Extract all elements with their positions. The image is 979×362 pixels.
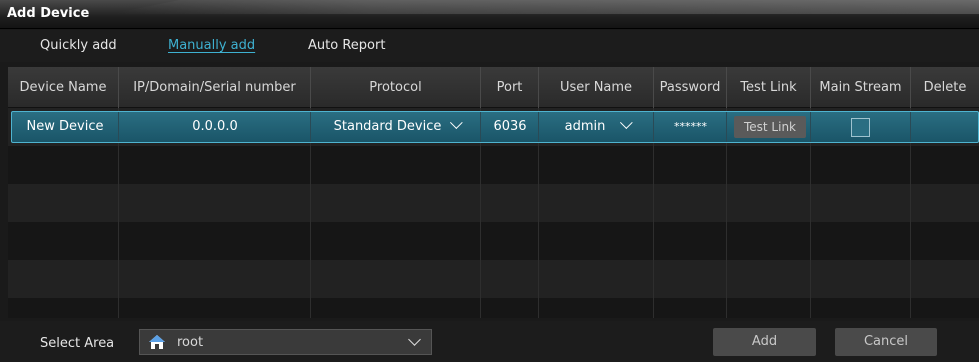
- cancel-button[interactable]: Cancel: [835, 328, 937, 356]
- tab-auto-report[interactable]: Auto Report: [308, 38, 385, 53]
- user-name-value: admin: [564, 119, 606, 134]
- table-row-band: [8, 184, 979, 222]
- header-password[interactable]: Password: [654, 67, 727, 108]
- area-select[interactable]: root: [139, 329, 432, 355]
- header-ip-domain[interactable]: IP/Domain/Serial number: [119, 67, 311, 108]
- cell-divider: [726, 112, 727, 142]
- device-table: Device Name IP/Domain/Serial number Prot…: [8, 67, 979, 318]
- header-delete[interactable]: Delete: [911, 67, 979, 108]
- tab-manually-add[interactable]: Manually add: [168, 38, 255, 53]
- protocol-dropdown[interactable]: Standard Device: [311, 112, 481, 142]
- header-port[interactable]: Port: [481, 67, 539, 108]
- header-device-name[interactable]: Device Name: [8, 67, 119, 108]
- chevron-down-icon: [408, 333, 421, 346]
- title-bar-sheen: [110, 0, 979, 14]
- header-main-stream[interactable]: Main Stream: [811, 67, 911, 108]
- table-row-band: [8, 260, 979, 298]
- area-select-value: root: [177, 335, 204, 350]
- cell-ip[interactable]: 0.0.0.0: [119, 112, 311, 142]
- password-field[interactable]: ******: [654, 112, 727, 142]
- table-row-band: [8, 298, 979, 318]
- window-title: Add Device: [7, 6, 90, 21]
- table-row-band: [8, 222, 979, 260]
- footer-bar: Select Area root Add Cancel: [0, 321, 979, 362]
- add-button[interactable]: Add: [713, 328, 816, 356]
- cell-delete[interactable]: [911, 112, 979, 142]
- cell-divider: [810, 112, 811, 142]
- user-name-dropdown[interactable]: admin: [539, 112, 654, 142]
- test-link-button[interactable]: Test Link: [734, 116, 806, 138]
- chevron-down-icon: [450, 116, 464, 130]
- table-row[interactable]: New Device 0.0.0.0 Standard Device 6036 …: [11, 111, 979, 143]
- cell-device-name[interactable]: New Device: [12, 112, 118, 142]
- header-user-name[interactable]: User Name: [539, 67, 654, 108]
- cell-port[interactable]: 6036: [481, 112, 539, 142]
- table-header: Device Name IP/Domain/Serial number Prot…: [8, 67, 979, 108]
- home-icon: [149, 335, 165, 349]
- tab-quickly-add[interactable]: Quickly add: [40, 38, 117, 53]
- header-protocol[interactable]: Protocol: [311, 67, 481, 108]
- protocol-value: Standard Device: [333, 119, 442, 134]
- select-area-label: Select Area: [40, 336, 115, 351]
- title-bar: Add Device: [0, 0, 979, 29]
- header-test-link[interactable]: Test Link: [727, 67, 811, 108]
- chevron-down-icon: [620, 116, 634, 130]
- main-stream-checkbox[interactable]: [851, 118, 870, 137]
- tab-bar: Quickly add Manually add Auto Report: [0, 30, 979, 62]
- table-row-band: [8, 146, 979, 184]
